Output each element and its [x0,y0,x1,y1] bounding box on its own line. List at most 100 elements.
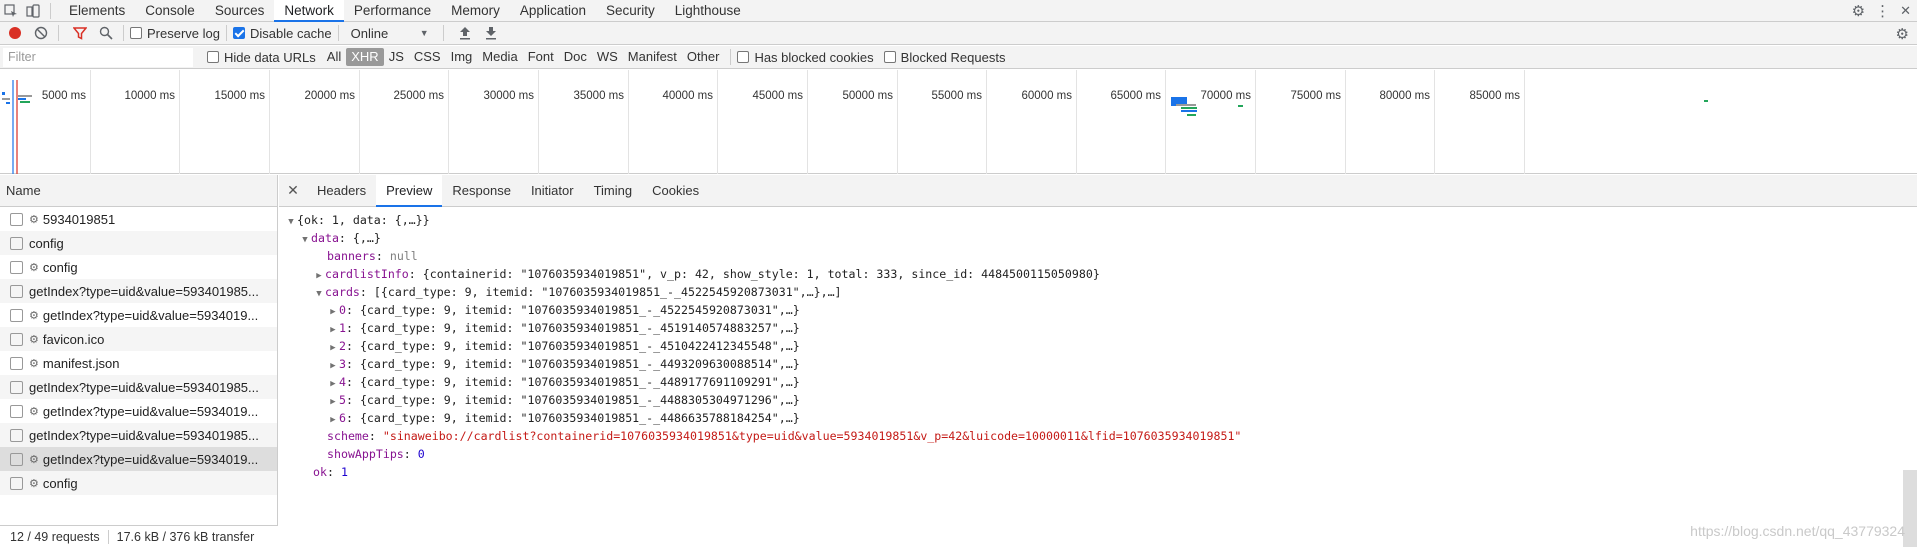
type-filter-font[interactable]: Font [523,48,559,66]
type-filter-manifest[interactable]: Manifest [623,48,682,66]
tree-node-data[interactable]: ▼ data: {,…} [279,229,1917,247]
expand-triangle-icon[interactable]: ▼ [299,231,311,249]
tree-node-cardlistinfo[interactable]: ▶ cardlistInfo: {containerid: "1076035934… [279,265,1917,283]
type-filter-other[interactable]: Other [682,48,725,66]
preserve-log-box[interactable] [130,27,142,39]
hide-data-urls-box[interactable] [207,51,219,63]
request-row[interactable]: ⚙ getIndex?type=uid&value=5934019... [0,447,277,471]
tab-sources[interactable]: Sources [205,0,275,22]
tree-node-card[interactable]: ▶ 5: {card_type: 9, itemid: "107603593401… [279,391,1917,409]
vertical-scrollbar[interactable] [1903,470,1917,547]
filter-icon [73,27,87,40]
expand-triangle-icon[interactable]: ▼ [313,285,325,303]
tree-node-card[interactable]: ▶ 2: {card_type: 9, itemid: "107603593401… [279,337,1917,355]
tree-node-card[interactable]: ▶ 4: {card_type: 9, itemid: "107603593401… [279,373,1917,391]
detail-tab-timing[interactable]: Timing [584,175,643,207]
tree-node-cards[interactable]: ▼ cards: [{card_type: 9, itemid: "1076035… [279,283,1917,301]
inspect-element-icon[interactable] [0,0,22,22]
type-filter-all[interactable]: All [322,48,346,66]
type-filter-img[interactable]: Img [446,48,478,66]
request-row[interactable]: getIndex?type=uid&value=593401985... [0,279,277,303]
request-row[interactable]: getIndex?type=uid&value=593401985... [0,423,277,447]
detail-tab-preview[interactable]: Preview [376,174,443,207]
request-name: getIndex?type=uid&value=5934019... [42,451,259,467]
card-index: 5 [339,393,346,407]
type-filter-css[interactable]: CSS [409,48,446,66]
service-worker-gear-icon: ⚙ [29,357,39,370]
tree-node-root[interactable]: ▼ {ok: 1, data: {,…}} [279,211,1917,229]
request-row[interactable]: ⚙ config [0,471,277,495]
import-har-button[interactable] [454,22,476,44]
request-row[interactable]: ⚙ favicon.ico [0,327,277,351]
hide-data-urls-checkbox[interactable]: Hide data URLs [207,50,316,65]
close-detail-icon[interactable]: ✕ [279,182,307,199]
card-summary: {card_type: 9, itemid: "1076035934019851… [359,393,800,407]
close-devtools-icon[interactable]: ✕ [1900,3,1911,19]
tab-memory[interactable]: Memory [441,0,510,22]
tree-node-card[interactable]: ▶ 6: {card_type: 9, itemid: "107603593401… [279,409,1917,427]
request-row[interactable]: ⚙ config [0,255,277,279]
request-count: 12 / 49 requests [10,529,100,544]
detail-tab-headers[interactable]: Headers [307,175,376,207]
type-filter-ws[interactable]: WS [592,48,623,66]
tree-node-card[interactable]: ▶ 3: {card_type: 9, itemid: "107603593401… [279,355,1917,373]
network-settings-gear-icon[interactable]: ⚙ [1896,25,1909,43]
type-filter-media[interactable]: Media [477,48,522,66]
type-filter-js[interactable]: JS [384,48,409,66]
request-bar [1238,105,1243,107]
detail-tab-initiator[interactable]: Initiator [521,175,584,207]
type-filter-xhr[interactable]: XHR [346,48,384,66]
settings-gear-icon[interactable]: ⚙ [1852,2,1865,20]
request-row[interactable]: config [0,231,277,255]
tree-node-card[interactable]: ▶ 1: {card_type: 9, itemid: "107603593401… [279,319,1917,337]
throttling-select[interactable]: Online ▼ [351,24,429,42]
clear-button[interactable] [30,22,52,44]
tree-node-card[interactable]: ▶ 0: {card_type: 9, itemid: "107603593401… [279,301,1917,319]
search-button[interactable] [95,22,117,44]
request-row[interactable]: ⚙ 5934019851 [0,207,277,231]
more-options-icon[interactable]: ⋮ [1875,2,1890,20]
export-har-button[interactable] [480,22,502,44]
detail-tab-cookies[interactable]: Cookies [642,175,709,207]
filter-bar: Filter Hide data URLs All XHR JS CSS Img Medi… [0,46,1917,69]
tab-security[interactable]: Security [596,0,665,22]
timeline-bars [2,80,1708,174]
request-row[interactable]: getIndex?type=uid&value=593401985... [0,375,277,399]
card-index: 4 [339,375,346,389]
request-bar [1187,114,1196,116]
request-row[interactable]: ⚙ manifest.json [0,351,277,375]
blocked-requests-label: Blocked Requests [900,49,1006,65]
card-summary: {card_type: 9, itemid: "1076035934019851… [359,357,800,371]
resource-file-icon [10,212,23,226]
disable-cache-box[interactable] [232,27,245,39]
has-blocked-cookies-box[interactable] [737,51,750,63]
blocked-requests-checkbox[interactable]: Blocked Requests [883,49,1006,65]
request-name: config [42,475,78,491]
panel-tabs: Elements Console Sources Network Performance… [59,0,751,22]
expand-triangle-icon[interactable]: ▼ [285,213,297,231]
preserve-log-checkbox[interactable]: Preserve log [130,26,220,41]
filter-input[interactable]: Filter [3,47,193,67]
search-icon [99,26,113,40]
type-filter-doc[interactable]: Doc [559,48,592,66]
tab-console[interactable]: Console [135,0,205,22]
blocked-requests-box[interactable] [883,51,896,63]
filter-toggle-button[interactable] [69,22,91,44]
has-blocked-cookies-checkbox[interactable]: Has blocked cookies [737,50,874,65]
device-toolbar-icon[interactable] [22,0,44,22]
request-row[interactable]: ⚙ getIndex?type=uid&value=5934019... [0,399,277,423]
tab-performance[interactable]: Performance [344,0,441,22]
tab-network[interactable]: Network [274,0,344,22]
detail-tabs: ✕ Headers Preview Response Initiator Timing C… [279,174,1917,207]
disable-cache-checkbox[interactable]: Disable cache [232,25,332,41]
network-overview-timeline[interactable]: 5000 ms 10000 ms 15000 ms 20000 ms 25000 ms 3… [0,70,1917,174]
tab-lighthouse[interactable]: Lighthouse [665,0,751,22]
request-row[interactable]: ⚙ getIndex?type=uid&value=5934019... [0,303,277,327]
request-name: favicon.ico [42,331,105,347]
tab-application[interactable]: Application [510,0,596,22]
tab-elements[interactable]: Elements [59,0,135,22]
disable-cache-label: Disable cache [249,25,332,41]
detail-tab-response[interactable]: Response [442,175,521,207]
record-button[interactable] [4,22,26,44]
name-column-header[interactable]: Name [0,175,277,207]
